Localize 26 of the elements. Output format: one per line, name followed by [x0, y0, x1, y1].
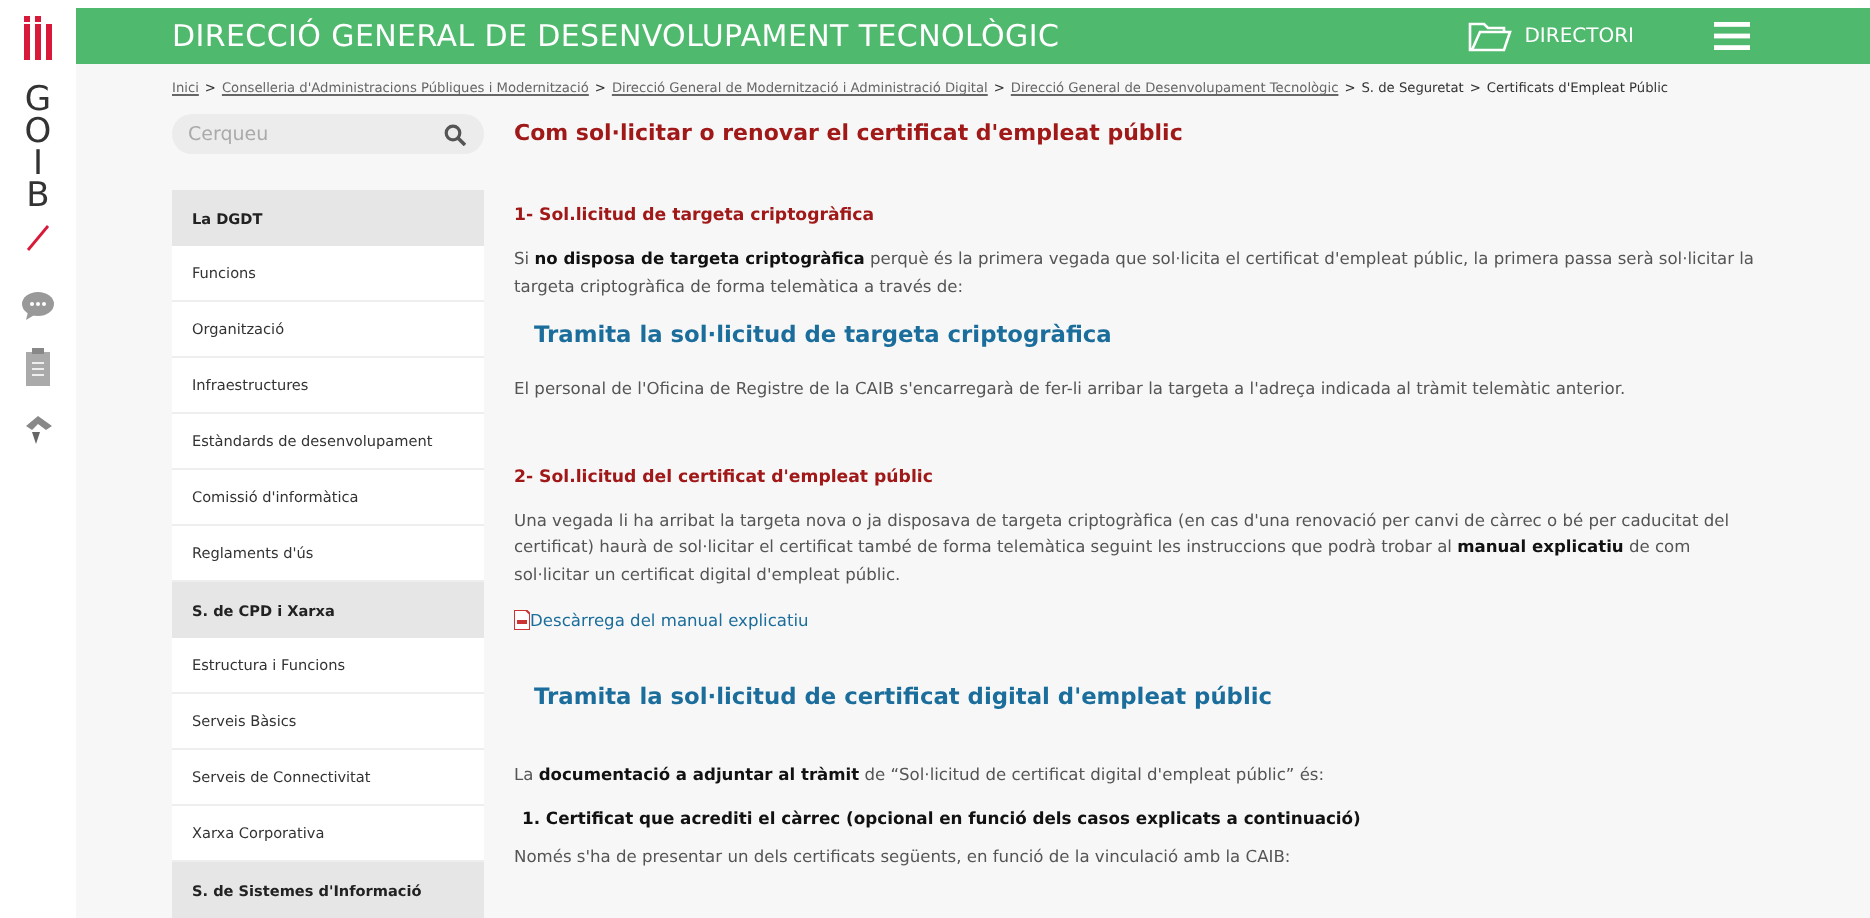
pdf-icon — [514, 609, 530, 630]
folder-icon — [1468, 20, 1513, 52]
page-title: Com sol·licitar o renovar el certificat d'empleat públic — [514, 120, 1185, 146]
site-title: DIRECCIÓ GENERAL DE DESENVOLUPAMENT TECNOLÒGIC — [172, 18, 1062, 54]
search-icon[interactable] — [444, 124, 466, 146]
paragraph: El personal de l'Oficina de Registre de la CAIB s'encarregarà de fer-li arribar la targeta a l'adreça indicada al tràmit telemàtic anterior. — [514, 376, 1628, 403]
section-heading: 2- Sol.licitud del certificat d'empleat públic — [514, 467, 935, 488]
slash-icon — [26, 224, 50, 252]
section-heading: 1- Sol.licitud de targeta criptogràfica — [514, 206, 877, 226]
procedure-link[interactable]: Tramita la sol·licitud de targeta criptogràfica — [514, 320, 1770, 349]
chat-bubble-icon[interactable] — [22, 292, 54, 320]
clipboard-icon[interactable] — [26, 348, 50, 386]
logo-letter: I — [32, 148, 43, 180]
logo-icon — [22, 16, 54, 64]
paragraph: Només s'ha de presentar un dels certificats següents, en funció de la vinculació amb la CAIB: — [514, 844, 1293, 871]
paragraph: Si no disposa de targeta criptogràfica perquè és la primera vegada que sol·licita el certificat d'empleat públic, la primera passa serà sol·licitar la targeta criptogràfica de forma telemàtica a través de: — [514, 246, 1757, 300]
logo-letter: G — [24, 84, 52, 116]
download-link[interactable]: Descàrrega del manual explicatiu — [514, 609, 1770, 630]
procedure-link[interactable]: Tramita la sol·licitud de certificat digital d'empleat públic — [514, 681, 1770, 710]
list-heading: 1. Certificat que acrediti el càrrec (opcional en funció dels casos explicats a continuació) — [522, 808, 1363, 829]
logo-letter: B — [26, 180, 50, 212]
menu-icon[interactable] — [1714, 22, 1750, 50]
paragraph: La documentació a adjuntar al tràmit de “Sol·licitud de certificat digital d'empleat públic” és: — [514, 761, 1327, 788]
paragraph: Una vegada li ha arribat la targeta nova o ja disposava de targeta criptogràfica (en cas d'una renovació per canvi de càrrec o bé per caducitat del certificat) haurà de sol·licitar el certificat també de forma telemàtica seguint les instruccions que podrà trobar al manual explicatiu de com sol·licitar un certificat digital d'empleat públic. — [514, 507, 1732, 588]
logo-letter: O — [24, 116, 52, 148]
search-field[interactable]: Cerqueu — [172, 114, 484, 154]
